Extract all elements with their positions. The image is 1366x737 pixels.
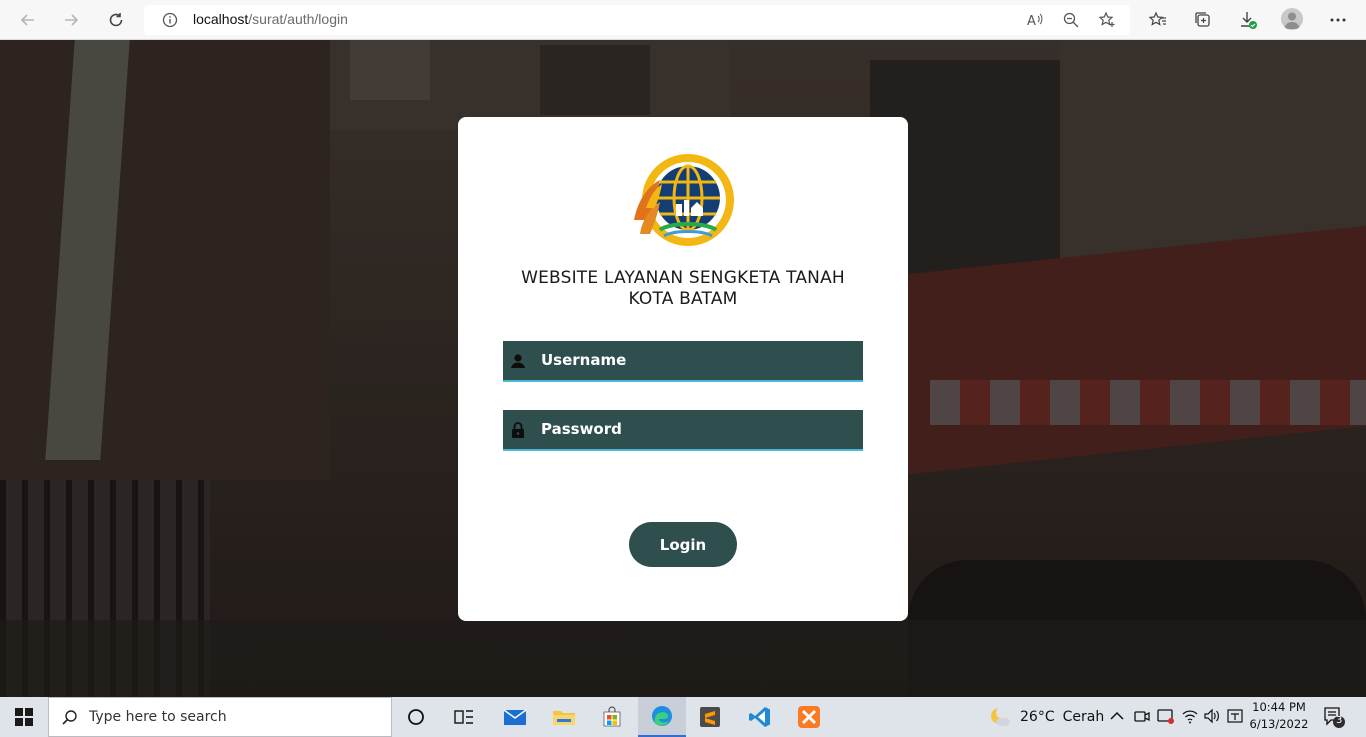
zoom-out-icon[interactable] (1062, 11, 1080, 29)
info-icon[interactable] (162, 12, 178, 28)
notification-icon (1324, 707, 1345, 728)
username-field[interactable]: Username (503, 341, 863, 382)
login-button[interactable]: Login (629, 522, 737, 567)
notification-count: 3 (1336, 715, 1343, 726)
taskbar-search[interactable]: Type here to search (48, 697, 392, 737)
mail-app[interactable] (491, 697, 539, 737)
moon-cloud-icon (991, 708, 1010, 726)
title-line-2: KOTA BATAM (628, 289, 738, 309)
url-host: localhost (193, 11, 249, 27)
forward-button[interactable] (58, 8, 84, 32)
mail-icon (503, 709, 527, 725)
edge-icon (652, 706, 672, 726)
taskbar: Type here to search 26°C Cerah 10:44 PM … (0, 697, 1366, 737)
vscode-icon (749, 707, 770, 727)
address-bar[interactable]: localhost/surat/auth/login A (144, 5, 1130, 35)
password-field[interactable]: Password (503, 410, 863, 451)
sublime-icon (700, 707, 720, 727)
file-explorer-app[interactable] (540, 697, 588, 737)
page-title: WEBSITE LAYANAN SENGKETA TANAH KOTA BATA… (478, 268, 888, 310)
refresh-icon (109, 13, 123, 27)
password-placeholder: Password (541, 420, 622, 438)
cortana-button[interactable] (392, 697, 440, 737)
url-text[interactable]: localhost/surat/auth/login (193, 11, 348, 27)
search-placeholder: Type here to search (89, 709, 227, 725)
clock-time: 10:44 PM (1252, 700, 1306, 714)
start-button[interactable] (0, 697, 48, 737)
collections-icon[interactable] (1193, 10, 1213, 30)
clock-date: 6/13/2022 (1249, 717, 1309, 731)
download-icon[interactable] (1238, 10, 1258, 30)
notification-center[interactable]: 3 (1322, 705, 1346, 729)
xampp-icon (798, 706, 820, 728)
read-aloud-icon[interactable]: A (1026, 11, 1044, 29)
xampp-app[interactable] (785, 697, 833, 737)
windows-icon (15, 708, 33, 726)
edge-app[interactable] (638, 697, 686, 737)
store-app[interactable] (588, 697, 636, 737)
wifi-icon[interactable] (1181, 707, 1199, 725)
folder-icon (553, 711, 575, 725)
add-favorite-icon[interactable] (1098, 11, 1116, 29)
profile-icon[interactable] (1281, 8, 1303, 30)
user-icon (511, 354, 525, 368)
url-path: /surat/auth/login (248, 11, 348, 27)
volume-icon[interactable] (1203, 707, 1221, 725)
svg-text:A: A (1027, 14, 1036, 29)
language-icon[interactable] (1226, 707, 1244, 725)
vscode-app[interactable] (736, 697, 784, 737)
refresh-button[interactable] (103, 8, 129, 32)
arrow-right-icon (65, 14, 79, 26)
camera-icon[interactable] (1133, 707, 1151, 725)
weather-temp: 26°C (1020, 709, 1055, 725)
more-icon[interactable] (1328, 10, 1348, 30)
weather-widget[interactable]: 26°C Cerah (988, 705, 1104, 729)
back-button[interactable] (15, 8, 41, 32)
lock-icon (512, 422, 524, 438)
browser-toolbar: localhost/surat/auth/login A (0, 0, 1366, 40)
title-line-1: WEBSITE LAYANAN SENGKETA TANAH (521, 268, 845, 288)
weather-desc: Cerah (1062, 709, 1105, 725)
task-view-icon (454, 710, 473, 724)
username-placeholder: Username (541, 351, 627, 369)
cortana-icon (408, 709, 424, 725)
system-clock[interactable]: 10:44 PM 6/13/2022 (1244, 699, 1314, 733)
chevron-up-icon[interactable] (1108, 707, 1126, 725)
meet-now-icon[interactable] (1157, 707, 1175, 725)
task-view-button[interactable] (440, 697, 488, 737)
sublime-app[interactable] (686, 697, 734, 737)
favorites-icon[interactable] (1148, 10, 1168, 30)
ministry-logo (634, 154, 734, 246)
search-icon (62, 710, 77, 725)
arrow-left-icon (20, 14, 34, 26)
store-icon (603, 706, 621, 727)
